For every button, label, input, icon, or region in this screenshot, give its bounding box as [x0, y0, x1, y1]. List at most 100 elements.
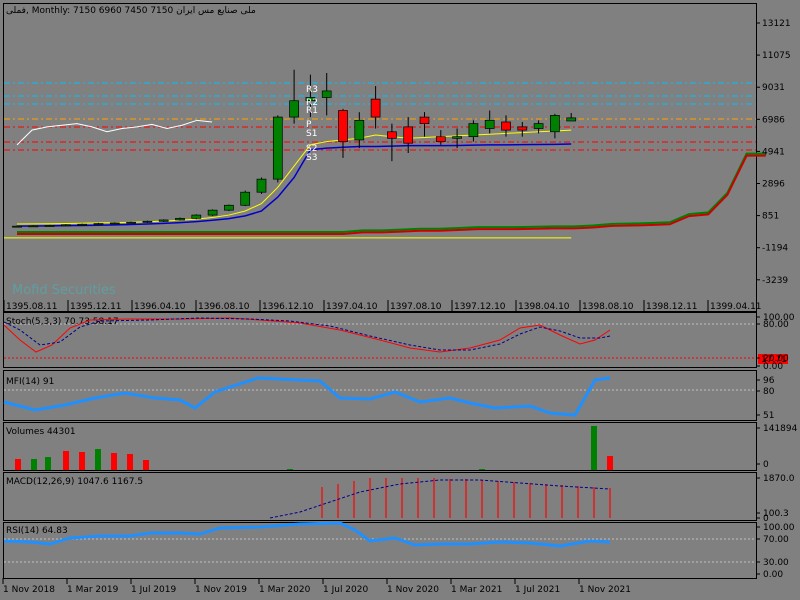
- date-top-label: 1396.08.10: [198, 302, 250, 312]
- date-top-label: 1397.08.10: [390, 302, 442, 312]
- mfi-line: [3, 376, 611, 417]
- white-line: [16, 119, 213, 146]
- candle-body: [93, 223, 104, 225]
- panel-tick: 80.00: [763, 320, 789, 330]
- volume-bar: [95, 449, 101, 470]
- pivot-labels: R3R2R1PS1S2S3: [306, 85, 318, 163]
- date-bottom-label: 1 Jul 2021: [515, 585, 560, 595]
- date-bottom-label: 1 Nov 2019: [195, 585, 247, 595]
- candle-body: [77, 223, 88, 226]
- panel-frames: [3, 3, 757, 579]
- candle-body: [403, 126, 414, 144]
- volume-bar: [143, 460, 149, 470]
- main-axis-tick: -3239: [762, 276, 788, 286]
- date-top-label: 1396.04.10: [134, 302, 186, 312]
- panel-tick: 80: [763, 387, 775, 397]
- panel-tick: 0.00: [763, 570, 783, 580]
- candle-body: [272, 116, 283, 180]
- volumes-ticks: 141894 0: [756, 424, 798, 470]
- volumes-panel: Volumes 44301 141894 0: [6, 424, 798, 470]
- date-bottom-label: 1 Mar 2021: [451, 585, 502, 595]
- candle-body: [452, 136, 462, 139]
- date-bottom-label: 1 Nov 2020: [387, 585, 439, 595]
- date-bottom-label: 1 Nov 2021: [579, 585, 631, 595]
- date-bottom-label: 1 Jul 2019: [131, 585, 176, 595]
- candle-body: [533, 123, 544, 129]
- volumes-label: Volumes 44301: [6, 427, 76, 437]
- watermark: Mofid Securities: [12, 283, 116, 298]
- volume-bar: [591, 426, 597, 470]
- date-top-label: 1397.04.10: [326, 302, 378, 312]
- pivot-label: R3: [306, 85, 318, 95]
- candle-body: [550, 115, 560, 133]
- candle-body: [158, 219, 169, 222]
- candle-body: [142, 220, 153, 223]
- pivot-label: R1: [306, 106, 318, 116]
- rsi-panel: RSI(14) 64.83 100.00 70.00 30.00 0.00: [3, 521, 795, 580]
- candle-body: [240, 191, 251, 206]
- candle-body: [484, 119, 495, 129]
- mfi-line-path: [3, 376, 611, 417]
- main-axis-tick: -1194: [762, 244, 788, 254]
- main-axis-tick: 4941: [762, 147, 785, 157]
- stoch-label: Stoch(5,3,3) 70.73 58.17: [6, 317, 119, 327]
- date-bottom-label: 1 Nov 2018: [3, 585, 55, 595]
- date-top-label: 1395.08.11: [6, 302, 58, 312]
- volume-bar: [111, 453, 117, 470]
- volume-bar: [63, 451, 69, 470]
- main-axis-tick: 13121: [762, 19, 791, 29]
- date-top-label: 1399.04.11: [710, 302, 762, 312]
- candle-body: [44, 225, 55, 227]
- date-axis-bottom: 1 Nov 2018 1 Mar 2019 1 Jul 2019 1 Nov 2019…: [2, 578, 631, 595]
- panel-tick: 0.00: [763, 362, 783, 372]
- symbol-text: فملی: [6, 6, 26, 16]
- rsi-line: [3, 521, 611, 548]
- date-top-label: 1397.12.10: [454, 302, 506, 312]
- date-bottom-label: 1 Mar 2019: [67, 585, 119, 595]
- candle-body: [126, 221, 136, 224]
- date-bottom-label: 1 Mar 2020: [259, 585, 311, 595]
- mfi-label: MFI(14) 91: [6, 377, 54, 387]
- main-axis-tick: 2896: [762, 180, 785, 190]
- company-text: ملی صنایع مس ایران: [176, 6, 256, 16]
- panel-tick: 30.00: [763, 558, 789, 568]
- candle-body: [289, 100, 299, 118]
- candle-body: [28, 225, 39, 228]
- candle-body: [419, 116, 430, 124]
- date-bottom-label: 1 Jul 2020: [323, 585, 368, 595]
- date-top-label: 1395.12.11: [70, 302, 122, 312]
- macd-ticks: 1870.0100.30: [756, 474, 795, 524]
- candle-body: [224, 204, 234, 211]
- chart-canvas: فملی, Monthly: 7150 6960 7450 7150 ملی ص…: [2, 3, 798, 595]
- panel-tick: 141894: [763, 424, 798, 434]
- candle-body: [468, 123, 479, 138]
- ohlc-text: 7150 6960 7450 7150: [73, 6, 173, 16]
- panel-tick: 1870.0: [763, 474, 795, 484]
- candle-body: [12, 225, 22, 228]
- panel-tick: 100.00: [763, 523, 795, 533]
- volume-bars: [15, 426, 613, 470]
- macd-signal-line: [269, 479, 611, 519]
- chart-header: فملی, Monthly: 7150 6960 7450 7150 ملی ص…: [6, 6, 256, 16]
- macd-label: MACD(12,26,9) 1047.6 1167.5: [6, 477, 143, 487]
- ma-slow-line: [16, 143, 572, 227]
- panel-tick: 96: [763, 376, 775, 386]
- candle-body: [387, 131, 397, 139]
- volume-bar: [79, 452, 85, 470]
- volume-bar: [287, 469, 293, 470]
- main-axis-tick: 851: [762, 212, 779, 222]
- pivot-label: S3: [306, 153, 317, 163]
- candle-body: [370, 98, 381, 118]
- rsi-line-path: [3, 521, 611, 548]
- main-axis: 13121 11075 9031 6986 4941 2896 851 -1194 -3239: [756, 19, 791, 286]
- mfi-panel: MFI(14) 91 9680 51: [3, 376, 775, 421]
- candle-body: [256, 178, 267, 193]
- candle-body: [207, 209, 218, 216]
- macd-histogram: [269, 478, 611, 519]
- panel-tick: 0: [763, 460, 769, 470]
- panel-tick: 70.00: [763, 535, 789, 545]
- date-top-label: 1396.12.10: [262, 302, 314, 312]
- candles: [12, 69, 577, 228]
- mfi-ticks: 9680 51: [756, 376, 775, 421]
- candle-body: [354, 119, 365, 141]
